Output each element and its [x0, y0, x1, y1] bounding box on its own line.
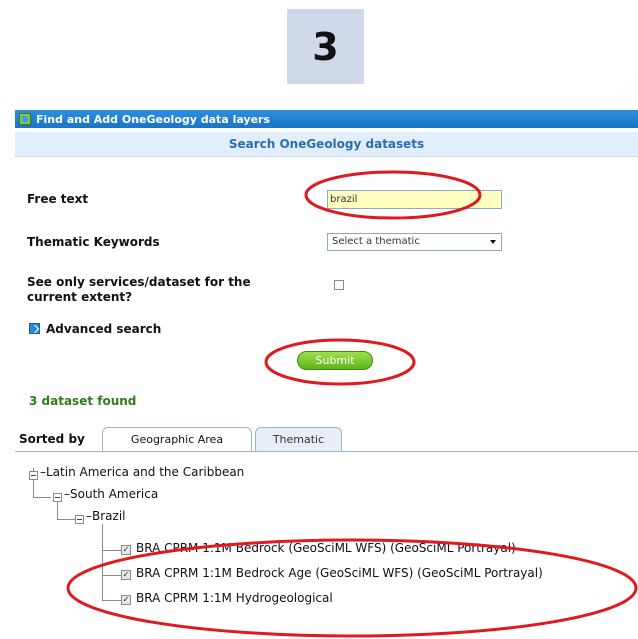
dataset-item-hydrogeological[interactable]: BRA CPRM 1:1M Hydrogeological — [136, 591, 333, 605]
search-section-header: Search OneGeology datasets — [15, 132, 638, 157]
advanced-search-link[interactable]: Advanced search — [46, 322, 161, 336]
extent-label-line2: current extent? — [27, 290, 133, 304]
collapse-icon[interactable] — [75, 515, 84, 524]
tree-node-region[interactable]: –Latin America and the Caribbean — [40, 465, 244, 479]
tree-connector — [102, 575, 121, 576]
collapse-icon[interactable] — [53, 493, 62, 502]
results-tree: –Latin America and the Caribbean –South … — [15, 455, 638, 639]
dataset-checkbox[interactable]: ✓ — [121, 595, 131, 605]
layers-app-icon — [19, 113, 31, 125]
tree-node-country[interactable]: –Brazil — [86, 509, 126, 523]
thematic-select-value: Select a thematic — [332, 236, 420, 247]
tree-connector — [33, 497, 51, 498]
collapse-icon[interactable] — [29, 471, 38, 480]
free-text-input[interactable]: brazil — [327, 190, 502, 209]
tab-thematic[interactable]: Thematic — [255, 427, 342, 451]
tab-geographic-area[interactable]: Geographic Area — [102, 427, 252, 451]
thematic-select[interactable]: Select a thematic — [327, 233, 502, 251]
tree-connector — [57, 519, 75, 520]
thematic-keywords-label: Thematic Keywords — [27, 235, 160, 249]
find-add-layers-panel: Find and Add OneGeology data layers Sear… — [15, 110, 638, 639]
dataset-item-bedrock-age[interactable]: BRA CPRM 1:1M Bedrock Age (GeoSciML WFS)… — [136, 566, 543, 580]
tree-connector — [102, 524, 103, 600]
tree-node-subregion[interactable]: –South America — [64, 487, 158, 501]
expand-icon[interactable] — [29, 323, 40, 334]
tree-connector — [102, 600, 121, 601]
window-title-bar: Find and Add OneGeology data layers — [15, 110, 638, 128]
free-text-label: Free text — [27, 192, 89, 206]
tree-connector — [102, 550, 121, 551]
sorted-by-label: Sorted by — [19, 432, 85, 446]
sort-tab-bar: Sorted by Geographic Area Thematic — [15, 427, 638, 452]
dropdown-arrow-icon — [490, 240, 496, 244]
tree-connector — [57, 502, 58, 519]
window-title: Find and Add OneGeology data layers — [36, 112, 271, 126]
current-extent-checkbox[interactable] — [334, 280, 344, 290]
datasets-found-count: 3 dataset found — [29, 394, 137, 408]
step-number-badge: 3 — [287, 9, 364, 84]
submit-button[interactable]: Submit — [297, 351, 373, 370]
extent-label-line1: See only services/dataset for the — [27, 275, 251, 289]
dataset-checkbox[interactable]: ✓ — [121, 570, 131, 580]
dataset-checkbox[interactable]: ✓ — [121, 545, 131, 555]
dataset-item-bedrock[interactable]: BRA CPRM 1:1M Bedrock (GeoSciML WFS) (Ge… — [136, 541, 516, 555]
